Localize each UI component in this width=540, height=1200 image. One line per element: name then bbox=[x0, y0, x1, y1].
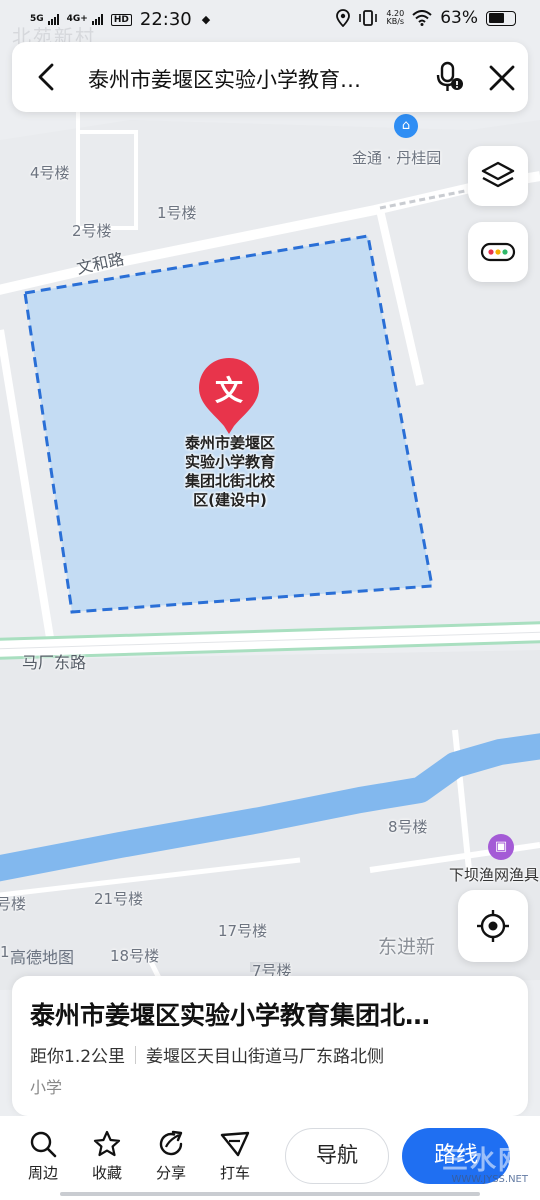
poi-name-line: 实验小学教育 bbox=[184, 453, 275, 471]
map-label-b4: 4号楼 bbox=[30, 164, 70, 182]
map-label-b8: 8号楼 bbox=[388, 818, 428, 836]
map-label-b2: 2号楼 bbox=[72, 222, 112, 240]
layers-icon bbox=[481, 161, 515, 188]
favorite-button[interactable]: 收藏 bbox=[82, 1130, 132, 1183]
voice-search-icon[interactable] bbox=[432, 60, 466, 94]
wifi-icon bbox=[412, 10, 432, 26]
search-icon bbox=[30, 1131, 57, 1158]
more-tools-icon bbox=[480, 242, 516, 262]
signal-icon bbox=[47, 14, 59, 25]
map-label-dongjin: 东进新 bbox=[378, 936, 436, 958]
poi-name-line: 区(建设中) bbox=[193, 491, 267, 509]
status-bar: 北苑新村 5G 4G+ HD 22:30 ◆ 4.20 KB/s 63% bbox=[0, 0, 540, 48]
poi-info-card[interactable]: 泰州市姜堰区实验小学教育集团北… 距你1.2公里 姜堰区天目山街道马厂东路北侧 … bbox=[12, 976, 528, 1116]
notification-icon: ◆ bbox=[201, 13, 211, 26]
network-5g-label: 5G bbox=[30, 14, 44, 24]
battery-percent: 63% bbox=[440, 8, 478, 28]
watermark-bottom-right: 三水网 WWW.JYSS.NET bbox=[441, 1146, 528, 1185]
close-icon[interactable] bbox=[486, 62, 518, 94]
layers-button[interactable] bbox=[468, 146, 528, 206]
hd-badge: HD bbox=[110, 13, 132, 26]
poi-distance: 距你1.2公里 bbox=[30, 1047, 126, 1067]
community-pin-icon[interactable]: ⌂ bbox=[394, 114, 418, 138]
back-arrow-icon[interactable] bbox=[32, 62, 62, 92]
locate-me-button[interactable] bbox=[458, 890, 528, 962]
location-icon bbox=[336, 9, 351, 27]
map-label-num: 1 bbox=[0, 943, 10, 961]
locate-icon bbox=[477, 910, 509, 942]
poi-marker[interactable]: 文 bbox=[196, 356, 262, 436]
share-label: 分享 bbox=[155, 1164, 186, 1182]
navigate-button[interactable]: 导航 bbox=[285, 1128, 389, 1184]
taxi-label: 打车 bbox=[219, 1164, 250, 1182]
meta-divider bbox=[135, 1045, 137, 1064]
poi-card-meta: 距你1.2公里 姜堰区天目山街道马厂东路北侧 bbox=[30, 1042, 384, 1067]
search-title[interactable]: 泰州市姜堰区实验小学教育… bbox=[88, 64, 408, 94]
map-label-machang-road: 马厂东路 bbox=[22, 653, 87, 672]
star-icon bbox=[93, 1130, 121, 1157]
network-4g-label: 4G+ bbox=[66, 14, 88, 24]
battery-icon bbox=[486, 10, 516, 26]
more-tools-button[interactable] bbox=[468, 222, 528, 282]
clock: 22:30 bbox=[139, 9, 192, 30]
map-label-xiaba[interactable]: 下坝渔网渔具 bbox=[449, 864, 539, 885]
search-bar[interactable]: 泰州市姜堰区实验小学教育… bbox=[12, 42, 528, 112]
map-label-b18: 18号楼 bbox=[110, 947, 160, 965]
taxi-button[interactable]: 打车 bbox=[210, 1130, 260, 1183]
map-label-b17: 17号楼 bbox=[218, 922, 268, 940]
share-button[interactable]: 分享 bbox=[146, 1130, 196, 1183]
poi-card-title[interactable]: 泰州市姜堰区实验小学教育集团北… bbox=[30, 996, 500, 1032]
shop-pin-icon[interactable]: ▣ bbox=[488, 834, 514, 860]
poi-address: 姜堰区天目山街道马厂东路北侧 bbox=[146, 1047, 385, 1067]
poi-name-line: 泰州市姜堰区 bbox=[184, 434, 275, 452]
map-label-jintong[interactable]: 金通 · 丹桂园 bbox=[352, 147, 441, 168]
map-label-b1: 1号楼 bbox=[157, 204, 197, 222]
nearby-button[interactable]: 周边 bbox=[18, 1130, 68, 1183]
taxi-icon bbox=[220, 1131, 250, 1157]
poi-marker-glyph: 文 bbox=[215, 374, 243, 407]
poi-category: 小学 bbox=[30, 1078, 63, 1097]
poi-name-line: 集团北街北校 bbox=[184, 472, 275, 490]
map-label-left-building: 号楼 bbox=[0, 895, 27, 913]
network-speed: 4.20 KB/s bbox=[386, 9, 405, 26]
poi-marker-icon: 文 bbox=[199, 358, 259, 434]
nearby-label: 周边 bbox=[27, 1164, 58, 1182]
map-label-b21: 21号楼 bbox=[94, 890, 144, 908]
home-indicator bbox=[60, 1192, 480, 1196]
favorite-label: 收藏 bbox=[91, 1164, 122, 1182]
amap-logo: 高德地图 bbox=[10, 948, 75, 967]
vibrate-icon bbox=[359, 10, 378, 26]
share-icon bbox=[159, 1130, 183, 1156]
poi-name-label[interactable]: 泰州市姜堰区 实验小学教育 集团北街北校 区(建设中) bbox=[160, 434, 300, 510]
signal-icon bbox=[91, 14, 103, 25]
